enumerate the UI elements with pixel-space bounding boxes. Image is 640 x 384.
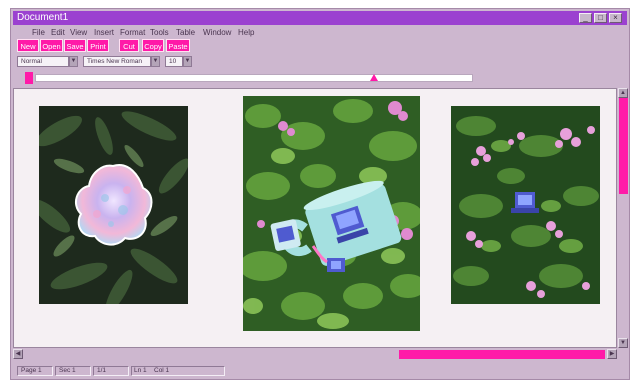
menu-bar: File Edit View Insert Format Tools Table… xyxy=(13,26,627,39)
horizontal-scroll-thumb[interactable] xyxy=(399,350,605,359)
save-button[interactable]: Save xyxy=(64,39,86,52)
status-column: Col 1 xyxy=(154,367,170,374)
menu-window[interactable]: Window xyxy=(203,26,231,39)
scroll-down-button[interactable]: ▼ xyxy=(618,338,628,348)
status-bar: Page 1 Sec 1 1/1 Ln 1 Col 1 xyxy=(13,365,627,377)
copy-button[interactable]: Copy xyxy=(142,39,164,52)
maximize-button[interactable]: □ xyxy=(594,13,607,23)
photo-mug-on-leaves xyxy=(243,96,420,331)
window-frame: Document1 _ □ × File Edit View Insert Fo… xyxy=(10,8,630,380)
scroll-right-button[interactable]: ▶ xyxy=(607,349,617,359)
font-size-select[interactable]: 10 xyxy=(165,56,183,67)
menu-view[interactable]: View xyxy=(70,26,87,39)
indent-marker[interactable] xyxy=(370,74,378,81)
scroll-up-button[interactable]: ▲ xyxy=(618,88,628,98)
font-size-dropdown-arrow[interactable]: ▼ xyxy=(183,56,192,67)
vertical-scroll-thumb[interactable] xyxy=(619,98,628,194)
font-dropdown-arrow[interactable]: ▼ xyxy=(151,56,160,67)
status-page: Page 1 xyxy=(17,366,53,376)
photo-pink-flowers xyxy=(451,106,600,304)
menu-tools[interactable]: Tools xyxy=(150,26,169,39)
menu-format[interactable]: Format xyxy=(120,26,145,39)
menu-table[interactable]: Table xyxy=(176,26,195,39)
menu-edit[interactable]: Edit xyxy=(51,26,65,39)
photo-holographic-sticker xyxy=(39,106,188,304)
print-button[interactable]: Print xyxy=(87,39,109,52)
ruler-bar xyxy=(25,72,475,84)
menu-insert[interactable]: Insert xyxy=(94,26,114,39)
scroll-left-button[interactable]: ◀ xyxy=(13,349,23,359)
new-button[interactable]: New xyxy=(17,39,39,52)
tab-stop-selector[interactable] xyxy=(25,72,33,84)
style-select[interactable]: Normal xyxy=(17,56,69,67)
menu-help[interactable]: Help xyxy=(238,26,254,39)
vertical-scrollbar[interactable]: ▲ ▼ xyxy=(618,88,629,348)
status-position: Ln 1 Col 1 xyxy=(131,366,225,376)
title-bar[interactable]: Document1 _ □ × xyxy=(13,11,627,25)
minimize-button[interactable]: _ xyxy=(579,13,592,23)
paste-button[interactable]: Paste xyxy=(166,39,190,52)
cut-button[interactable]: Cut xyxy=(119,39,139,52)
open-button[interactable]: Open xyxy=(40,39,63,52)
status-page-count: 1/1 xyxy=(93,366,129,376)
menu-file[interactable]: File xyxy=(32,26,45,39)
ruler[interactable] xyxy=(35,74,473,82)
status-section: Sec 1 xyxy=(55,366,91,376)
document-area[interactable] xyxy=(13,88,617,348)
style-dropdown-arrow[interactable]: ▼ xyxy=(69,56,78,67)
close-button[interactable]: × xyxy=(609,13,622,23)
window-title: Document1 xyxy=(17,12,69,23)
status-line: Ln 1 xyxy=(134,367,147,374)
app-window: Document1 _ □ × File Edit View Insert Fo… xyxy=(0,0,640,384)
font-select[interactable]: Times New Roman xyxy=(83,56,151,67)
horizontal-scrollbar[interactable]: ◀ ▶ xyxy=(13,349,617,360)
